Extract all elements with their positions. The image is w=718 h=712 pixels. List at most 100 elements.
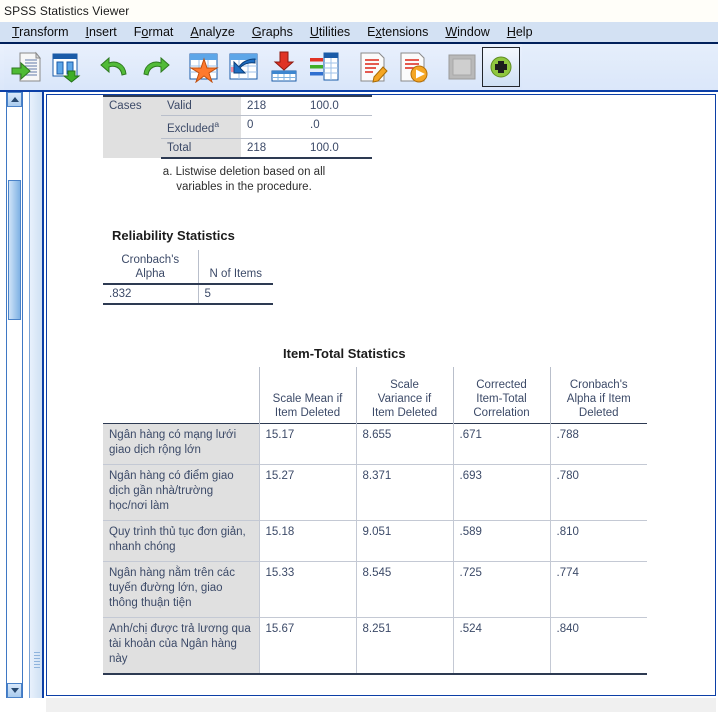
- scale-mean-value: 15.18: [259, 519, 357, 561]
- horizontal-scrollbar-area[interactable]: [46, 698, 716, 712]
- item-label: Ngân hàng nằm trên các tuyến đường lớn, …: [103, 560, 260, 617]
- export-output-icon[interactable]: [264, 46, 304, 88]
- footnote-line-2: variables in the procedure.: [176, 181, 312, 193]
- excluded-percent: .0: [304, 115, 372, 139]
- header-cronbachs-alpha-if-item-deleted: Cronbach's Alpha if Item Deleted: [550, 367, 647, 423]
- cronbachs-alpha-value: .832: [103, 284, 199, 305]
- valid-n: 218: [241, 95, 304, 116]
- table-header-row: Cronbach's Alpha N of Items: [103, 250, 273, 284]
- menu-help[interactable]: Help: [499, 23, 542, 41]
- outline-vertical-scrollbar[interactable]: [6, 92, 23, 698]
- scale-mean-value: 15.67: [259, 616, 357, 675]
- corrected-correlation-value: .524: [453, 616, 551, 675]
- toolbar-separator: [175, 46, 184, 88]
- item-label: Anh/chị được trả lương qua tài khoản của…: [103, 616, 260, 675]
- footnote-line-1: a. Listwise deletion based on all: [162, 166, 326, 178]
- toolbar-buttons: [4, 44, 522, 90]
- menu-extensions[interactable]: Extensions: [359, 23, 437, 41]
- total-n: 218: [241, 137, 304, 159]
- excluded-label: Excluded: [167, 122, 215, 135]
- excluded-n: 0: [241, 115, 304, 139]
- header-scale-variance-if-item-deleted: Scale Variance if Item Deleted: [356, 367, 454, 423]
- item-total-statistics-title: Item-Total Statistics: [283, 346, 406, 361]
- menu-utilities[interactable]: Utilities: [302, 23, 359, 41]
- scroll-thumb[interactable]: [8, 180, 21, 320]
- reliability-statistics-table: Cronbach's Alpha N of Items .832 5: [103, 250, 273, 305]
- run-syntax-icon[interactable]: [393, 46, 433, 88]
- header-line-2: N of Items: [209, 268, 262, 280]
- case-processing-footnote: a. Listwise deletion based on all variab…: [119, 165, 369, 195]
- title-bar: SPSS Statistics Viewer: [0, 0, 718, 22]
- edit-syntax-icon[interactable]: [353, 46, 393, 88]
- goto-data-icon[interactable]: [224, 46, 264, 88]
- item-total-statistics-table: Scale Mean if Item Deleted Scale Varianc…: [103, 367, 647, 675]
- n-of-items-value: 5: [198, 284, 273, 305]
- header-item-column: [103, 367, 260, 423]
- corrected-correlation-value: .671: [453, 423, 551, 464]
- header-line-1: Scale: [390, 378, 419, 391]
- window-title: SPSS Statistics Viewer: [4, 4, 130, 18]
- item-label: Ngân hàng có mạng lưới giao dịch rộng lớ…: [103, 423, 260, 464]
- outline-pane: [0, 92, 30, 698]
- toolbar: [0, 44, 718, 92]
- row-label-excluded: Excludeda: [161, 115, 241, 139]
- alpha-if-deleted-value: .788: [556, 428, 579, 441]
- header-line-2: Alpha if Item: [566, 392, 631, 405]
- header-corrected-item-total-correlation: Corrected Item-Total Correlation: [453, 367, 551, 423]
- undo-icon[interactable]: [95, 46, 135, 88]
- corrected-correlation-value: .589: [453, 519, 551, 561]
- table-row: Anh/chị được trả lương qua tài khoản của…: [103, 616, 647, 675]
- menu-format[interactable]: Format: [126, 23, 183, 41]
- row-label-valid: Valid: [161, 95, 241, 116]
- scale-variance-value: 8.371: [356, 463, 454, 520]
- header-line-3: Item Deleted: [371, 406, 438, 419]
- header-line-3: Item Deleted: [274, 406, 341, 419]
- alpha-if-deleted-value: .774: [550, 560, 647, 617]
- disabled-icon: [442, 46, 482, 88]
- open-file-icon[interactable]: [6, 46, 46, 88]
- redo-icon[interactable]: [135, 46, 175, 88]
- header-cronbachs-alpha: Cronbach's Alpha: [103, 250, 199, 284]
- viewer-body: Cases Valid 218 100.0 Excludeda 0 .0 Tot…: [0, 92, 718, 712]
- alpha-if-deleted-value: .810: [550, 519, 647, 561]
- header-n-of-items: N of Items: [198, 250, 273, 284]
- scale-variance-value: 9.051: [356, 519, 454, 561]
- table-row: Ngân hàng có điểm giao dịch gần nhà/trườ…: [103, 463, 647, 520]
- header-line-2: Variance if: [377, 392, 432, 405]
- cases-group-label: Cases: [103, 95, 161, 158]
- alpha-if-deleted-value: .780: [550, 463, 647, 520]
- item-label: Ngân hàng có điểm giao dịch gần nhà/trườ…: [103, 463, 260, 520]
- menu-insert[interactable]: Insert: [78, 23, 126, 41]
- goto-favorite-icon[interactable]: [184, 46, 224, 88]
- scale-variance-value: 8.655: [356, 423, 454, 464]
- output-content-pane: Cases Valid 218 100.0 Excludeda 0 .0 Tot…: [46, 94, 716, 696]
- row-label-total: Total: [161, 137, 241, 159]
- header-line-2: Item-Total: [476, 392, 527, 405]
- item-label: Quy trình thủ tục đơn giản, nhanh chóng: [103, 519, 260, 561]
- add-item-icon[interactable]: [482, 47, 520, 87]
- header-line-2: Alpha: [135, 268, 165, 280]
- toolbar-empty-area: [522, 44, 718, 90]
- variables-icon[interactable]: [304, 46, 344, 88]
- scroll-down-arrow-icon[interactable]: [7, 683, 22, 698]
- reliability-statistics-title: Reliability Statistics: [112, 228, 235, 243]
- case-processing-summary-table: Cases Valid 218 100.0 Excludeda 0 .0 Tot…: [103, 95, 372, 159]
- footnote-marker: a: [214, 119, 220, 129]
- table-row: Ngân hàng có mạng lưới giao dịch rộng lớ…: [103, 423, 647, 464]
- menu-graphs[interactable]: Graphs: [244, 23, 302, 41]
- header-line-3: Correlation: [473, 406, 530, 419]
- total-percent: 100.0: [304, 137, 372, 159]
- menu-transform[interactable]: Transform: [4, 23, 78, 41]
- scale-mean-value: 15.17: [259, 423, 357, 464]
- pane-splitter[interactable]: [30, 92, 44, 698]
- spss-viewer-window: SPSS Statistics Viewer Transform Insert …: [0, 0, 718, 712]
- export-window-icon[interactable]: [46, 46, 86, 88]
- header-line-1: Cronbach's: [569, 378, 628, 391]
- menu-analyze[interactable]: Analyze: [182, 23, 243, 41]
- alpha-if-deleted-value: .840: [550, 616, 647, 675]
- scroll-up-arrow-icon[interactable]: [7, 92, 22, 107]
- table-header-row: Scale Mean if Item Deleted Scale Varianc…: [103, 367, 647, 423]
- table-row: Quy trình thủ tục đơn giản, nhanh chóng …: [103, 519, 647, 561]
- menu-window[interactable]: Window: [437, 23, 498, 41]
- corrected-correlation-value: .725: [453, 560, 551, 617]
